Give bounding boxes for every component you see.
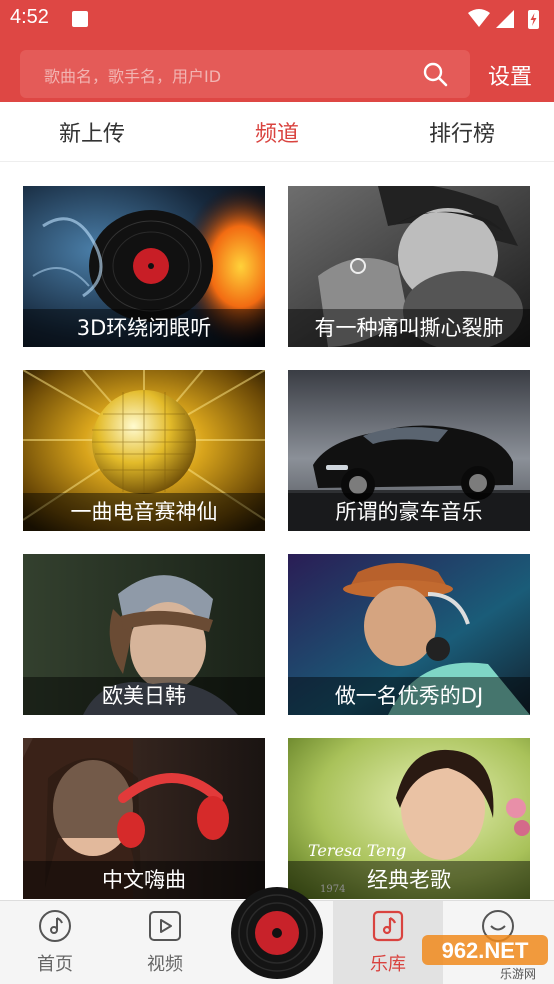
channel-title: 一曲电音赛神仙: [23, 493, 265, 531]
svg-text:962.NET: 962.NET: [442, 938, 529, 963]
channel-title: 3D环绕闭眼听: [23, 309, 265, 347]
channel-title: 所谓的豪车音乐: [288, 493, 530, 531]
channel-title: 中文嗨曲: [23, 861, 265, 899]
notification-icon: [72, 11, 88, 27]
tab-channels[interactable]: 频道: [207, 116, 347, 148]
search-icon[interactable]: [422, 61, 448, 87]
nav-label: 视频: [147, 954, 183, 975]
channel-card[interactable]: 3D环绕闭眼听: [23, 186, 265, 347]
signal-icon: [496, 10, 514, 28]
app-header: 4:52 歌曲名，歌手名，用户ID 设置: [0, 0, 554, 102]
channel-card[interactable]: Teresa Teng 1974 经典老歌: [288, 738, 530, 899]
channel-title: 做一名优秀的DJ: [288, 677, 530, 715]
teresa-teng-text: Teresa Teng: [308, 841, 406, 860]
search-bar[interactable]: 歌曲名，歌手名，用户ID: [20, 50, 470, 98]
search-input[interactable]: 歌曲名，歌手名，用户ID: [44, 63, 221, 87]
status-time: 4:52: [10, 6, 49, 28]
channel-title: 欧美日韩: [23, 677, 265, 715]
channel-card[interactable]: 一曲电音赛神仙: [23, 370, 265, 531]
channel-grid: 3D环绕闭眼听 有一种痛叫撕心裂肺 一曲电音赛神仙 所谓的豪车音乐 欧美日韩 做…: [0, 162, 554, 900]
wifi-icon: [468, 9, 490, 27]
channel-card[interactable]: 所谓的豪车音乐: [288, 370, 530, 531]
watermark-logo: 962.NET 乐游网: [422, 935, 548, 981]
music-library-icon: [372, 910, 404, 942]
tab-bar: 新上传 频道 排行榜: [0, 102, 554, 162]
status-bar: 4:52: [0, 0, 554, 38]
channel-card[interactable]: 做一名优秀的DJ: [288, 554, 530, 715]
status-icons: [468, 9, 539, 29]
tab-new-uploads[interactable]: 新上传: [22, 116, 162, 148]
channel-title: 经典老歌: [288, 861, 530, 899]
now-playing-disc-button[interactable]: [230, 886, 324, 980]
channel-card[interactable]: 欧美日韩: [23, 554, 265, 715]
settings-button[interactable]: 设置: [488, 59, 532, 91]
play-video-icon: [149, 911, 181, 941]
music-note-circle-icon: [39, 910, 71, 942]
svg-text:乐游网: 乐游网: [500, 967, 536, 981]
channel-card[interactable]: 有一种痛叫撕心裂肺: [288, 186, 530, 347]
channel-card[interactable]: 中文嗨曲: [23, 738, 265, 899]
tab-rankings[interactable]: 排行榜: [392, 116, 532, 148]
channel-title: 有一种痛叫撕心裂肺: [288, 309, 530, 347]
nav-video[interactable]: 视频: [110, 901, 220, 984]
nav-home[interactable]: 首页: [0, 901, 110, 984]
nav-label: 首页: [37, 954, 73, 975]
